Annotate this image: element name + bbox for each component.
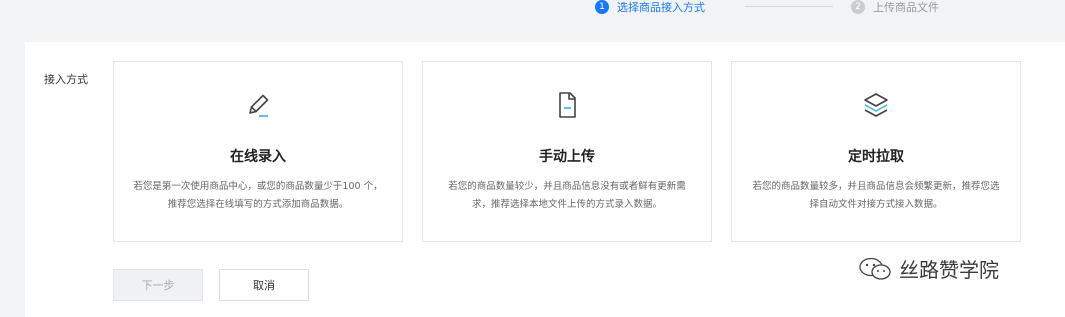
option-card-description: 若您是第一次使用商品中心，或您的商品数量少于100 个，推荐您选择在线填写的方式… <box>133 181 383 210</box>
option-card-description: 若您的商品数量较少，并且商品信息没有或者鲜有更新需求，推荐选择本地文件上传的方式… <box>448 181 686 210</box>
option-card-online-entry[interactable]: 在线录入 若您是第一次使用商品中心，或您的商品数量少于100 个，推荐您选择在线… <box>113 61 403 242</box>
step-connector <box>745 6 833 7</box>
step-1: 1 选择商品接入方式 <box>595 0 705 15</box>
step-2: 2 上传商品文件 <box>851 0 939 15</box>
wechat-icon <box>859 257 891 280</box>
step-1-number: 1 <box>595 0 609 14</box>
option-card-description: 若您的商品数量较多，并且商品信息会频繁更新，推荐您选择自动文件对接方式接入数据。 <box>752 181 1000 210</box>
pencil-icon <box>114 89 402 121</box>
watermark: 丝路赞学院 <box>857 254 999 283</box>
step-indicator: 1 选择商品接入方式 2 上传商品文件 <box>0 0 1065 14</box>
watermark-text: 丝路赞学院 <box>899 258 999 282</box>
option-card-title: 定时拉取 <box>848 149 904 165</box>
option-card-title: 手动上传 <box>539 149 595 165</box>
layers-icon <box>732 89 1020 121</box>
step-2-number: 2 <box>851 0 865 14</box>
next-step-button[interactable]: 下一步 <box>113 269 203 301</box>
step-2-label: 上传商品文件 <box>873 1 939 14</box>
option-card-title: 在线录入 <box>230 149 286 165</box>
cancel-button[interactable]: 取消 <box>219 269 309 301</box>
option-card-manual-upload[interactable]: 手动上传 若您的商品数量较少，并且商品信息没有或者鲜有更新需求，推荐选择本地文件… <box>422 61 712 242</box>
option-card-scheduled-pull[interactable]: 定时拉取 若您的商品数量较多，并且商品信息会频繁更新，推荐您选择自动文件对接方式… <box>731 61 1021 242</box>
document-icon <box>423 89 711 121</box>
access-mode-label: 接入方式 <box>44 73 88 86</box>
step-1-label: 选择商品接入方式 <box>617 1 705 14</box>
